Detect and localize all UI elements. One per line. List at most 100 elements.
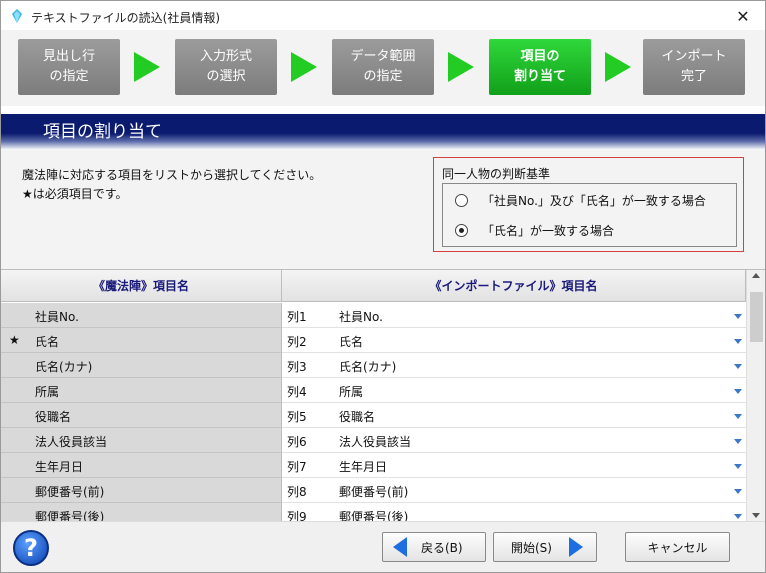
matching-criteria-group: 同一人物の判断基準 「社員No.」及び「氏名」が一致する場合 「氏名」が一致する… (433, 157, 744, 252)
step-arrow-icon (448, 52, 474, 82)
field-name: 氏名 (35, 335, 60, 349)
radio-button-icon[interactable] (455, 224, 468, 237)
field-name: 所属 (35, 385, 60, 399)
dropdown-arrow-icon[interactable] (734, 339, 742, 344)
dropdown-arrow-icon[interactable] (734, 389, 742, 394)
table-row: 社員No. 列1 社員No. (1, 303, 746, 328)
field-name: 役職名 (35, 410, 72, 424)
dropdown-arrow-icon[interactable] (734, 314, 742, 319)
back-button[interactable]: 戻る(B) (382, 532, 486, 562)
step-data-range: データ範囲 の指定 (332, 39, 434, 95)
cancel-button[interactable]: キャンセル (625, 532, 730, 562)
import-column-select[interactable]: 列1 社員No. (282, 303, 746, 328)
column-number: 列5 (287, 410, 307, 424)
dropdown-arrow-icon[interactable] (734, 464, 742, 469)
table-row: 郵便番号(前) 列8 郵便番号(前) (1, 478, 746, 503)
column-header-import: 《インポートファイル》項目名 (282, 270, 746, 302)
column-value: 氏名(カナ) (339, 360, 397, 374)
dropdown-arrow-icon[interactable] (734, 489, 742, 494)
field-name: 氏名(カナ) (35, 360, 93, 374)
step-arrow-icon (291, 52, 317, 82)
field-name-cell: 役職名 (1, 403, 282, 428)
column-header-field: 《魔法陣》項目名 (1, 270, 282, 302)
start-button[interactable]: 開始(S) (493, 532, 597, 562)
field-name-cell: ★ 氏名 (1, 328, 282, 353)
scroll-up-icon[interactable] (752, 273, 760, 278)
import-column-select[interactable]: 列3 氏名(カナ) (282, 353, 746, 378)
field-name: 社員No. (35, 310, 79, 324)
import-column-select[interactable]: 列5 役職名 (282, 403, 746, 428)
column-value: 社員No. (339, 310, 383, 324)
dropdown-arrow-icon[interactable] (734, 364, 742, 369)
radio-label: 「社員No.」及び「氏名」が一致する場合 (482, 194, 706, 208)
field-name-cell: 所属 (1, 378, 282, 403)
column-number: 列1 (287, 310, 307, 324)
column-number: 列7 (287, 460, 307, 474)
field-name: 郵便番号(前) (35, 485, 105, 499)
dropdown-arrow-icon[interactable] (734, 414, 742, 419)
app-logo-icon (12, 9, 22, 23)
column-value: 役職名 (339, 410, 376, 424)
section-title: 項目の割り当て (43, 122, 162, 142)
import-column-select[interactable]: 列2 氏名 (282, 328, 746, 353)
field-name-cell: 社員No. (1, 303, 282, 328)
wizard-steps: 見出し行 の指定 入力形式 の選択 データ範囲 の指定 項目の 割り当て インポ… (1, 30, 765, 106)
table-row: 生年月日 列7 生年月日 (1, 453, 746, 478)
required-note: ★は必須項目です。 (22, 187, 128, 201)
criteria-options: 「社員No.」及び「氏名」が一致する場合 「氏名」が一致する場合 (442, 183, 737, 247)
back-button-label: 戻る(B) (421, 540, 463, 555)
field-name-cell: 法人役員該当 (1, 428, 282, 453)
arrow-left-icon (393, 537, 407, 557)
column-number: 列3 (287, 360, 307, 374)
column-number: 列6 (287, 435, 307, 449)
table-row: 所属 列4 所属 (1, 378, 746, 403)
instruction-text: 魔法陣に対応する項目をリストから選択してください。 (22, 168, 322, 182)
column-value: 生年月日 (339, 460, 388, 474)
column-number: 列8 (287, 485, 307, 499)
field-name: 法人役員該当 (35, 435, 108, 449)
field-name-cell: 郵便番号(前) (1, 478, 282, 503)
step-arrow-icon (605, 52, 631, 82)
dropdown-arrow-icon[interactable] (734, 439, 742, 444)
table-row: 法人役員該当 列6 法人役員該当 (1, 428, 746, 453)
step-arrow-icon (134, 52, 160, 82)
section-header: 項目の割り当て (1, 106, 765, 150)
radio-button-icon[interactable] (455, 194, 468, 207)
column-value: 郵便番号(前) (339, 485, 409, 499)
criteria-label: 同一人物の判断基準 (442, 167, 551, 181)
import-column-select[interactable]: 列8 郵便番号(前) (282, 478, 746, 503)
close-button[interactable]: ✕ (721, 1, 765, 31)
import-column-select[interactable]: 列7 生年月日 (282, 453, 746, 478)
column-value: 氏名 (339, 335, 364, 349)
import-column-select[interactable]: 列6 法人役員該当 (282, 428, 746, 453)
help-icon[interactable]: ? (13, 530, 49, 566)
table-row: 役職名 列5 役職名 (1, 403, 746, 428)
field-name-cell: 生年月日 (1, 453, 282, 478)
window-title: テキストファイルの読込(社員情報) (31, 11, 221, 25)
step-import-complete: インポート 完了 (643, 39, 745, 95)
mapping-grid: 《魔法陣》項目名 《インポートファイル》項目名 社員No. 列1 社員No. ★ 氏名列… (1, 269, 765, 528)
scroll-thumb[interactable] (750, 292, 763, 342)
radio-name-only[interactable]: 「氏名」が一致する場合 (455, 222, 614, 239)
start-button-label: 開始(S) (511, 540, 552, 555)
step-field-mapping: 項目の 割り当て (489, 39, 591, 95)
required-star-icon: ★ (9, 333, 20, 347)
field-name: 生年月日 (35, 460, 84, 474)
step-input-format: 入力形式 の選択 (175, 39, 277, 95)
vertical-scrollbar[interactable] (746, 270, 765, 522)
table-row: ★ 氏名 列2 氏名 (1, 328, 746, 353)
scroll-down-icon[interactable] (752, 513, 760, 518)
field-name-cell: 氏名(カナ) (1, 353, 282, 378)
column-value: 法人役員該当 (339, 435, 412, 449)
column-number: 列4 (287, 385, 307, 399)
import-column-select[interactable]: 列4 所属 (282, 378, 746, 403)
column-number: 列2 (287, 335, 307, 349)
step-header-row: 見出し行 の指定 (18, 39, 120, 95)
title-bar: テキストファイルの読込(社員情報) ✕ (0, 0, 766, 30)
arrow-right-icon (568, 537, 583, 557)
column-value: 所属 (339, 385, 364, 399)
dropdown-arrow-icon[interactable] (734, 514, 742, 519)
radio-employee-no-and-name[interactable]: 「社員No.」及び「氏名」が一致する場合 (455, 192, 706, 209)
radio-label: 「氏名」が一致する場合 (482, 224, 615, 238)
table-row: 氏名(カナ) 列3 氏名(カナ) (1, 353, 746, 378)
